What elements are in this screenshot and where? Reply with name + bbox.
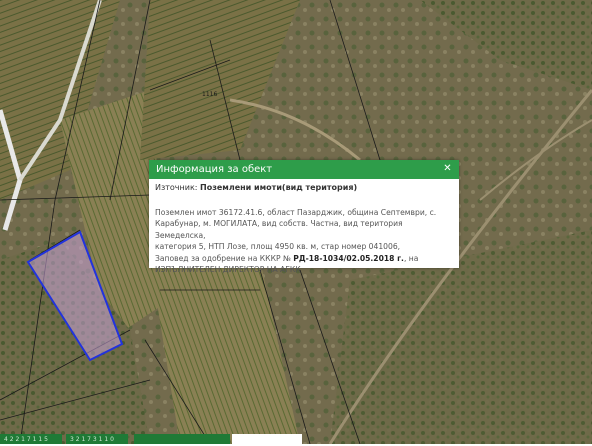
order-number: РД-18-1034/02.05.2018 г. <box>293 253 404 263</box>
body-line: ИЗПЪЛНИТЕЛЕН ДИРЕКТОР НА АГКК <box>155 265 301 275</box>
source-value: Поземлени имоти(вид територия) <box>200 183 358 192</box>
order-prefix: Заповед за одобрение на КККР № <box>155 253 291 263</box>
body-line: Заповед за одобрение на КККР № РД-18-103… <box>155 253 453 264</box>
coord-x: 4 2 2 1 7 1 1 5 <box>4 436 48 443</box>
status-bar <box>134 434 230 444</box>
object-info-popup: Информация за обект ✕ Източник: Поземлен… <box>149 160 459 274</box>
body-line: Поземлен имот 36172.41.6, област Пазардж… <box>155 208 437 217</box>
body-line: Карабунар, м. МОГИЛАТА, вид собств. Част… <box>155 219 403 240</box>
popup-body: Поземлен имот 36172.41.6, област Пазардж… <box>155 207 453 275</box>
map-parcel-label: 1116 <box>202 91 217 98</box>
coord-y: 3 2 1 7 3 1 1 0 <box>70 436 114 443</box>
close-icon[interactable]: ✕ <box>442 163 453 174</box>
popup-source: Източник: Поземлени имоти(вид територия) <box>155 183 357 192</box>
source-label: Източник: <box>155 183 198 192</box>
popup-header: Информация за обект ✕ <box>149 160 459 179</box>
order-suffix: , на <box>403 253 419 263</box>
body-line: категория 5, НТП Лозе, площ 4950 кв. м, … <box>155 242 401 252</box>
scale-bar <box>232 434 302 444</box>
popup-title: Информация за обект <box>156 164 273 175</box>
coord-x-box: 4 2 2 1 7 1 1 5 <box>0 434 62 444</box>
coord-y-box: 3 2 1 7 3 1 1 0 <box>66 434 128 444</box>
